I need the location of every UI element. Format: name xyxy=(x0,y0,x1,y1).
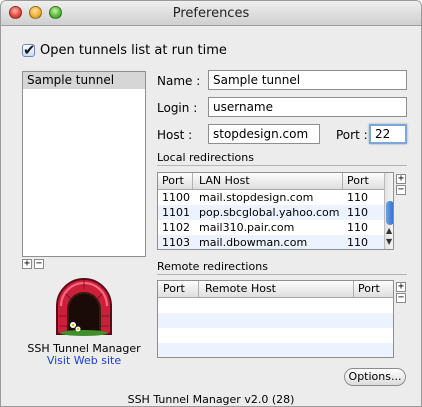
remove-local-redirection-button[interactable]: − xyxy=(396,185,406,195)
local-redirections-table[interactable]: Port LAN Host Port 1100 mail.stopdesign.… xyxy=(157,172,394,250)
table-header: Port LAN Host Port xyxy=(158,173,384,190)
column-divider xyxy=(353,281,354,297)
column-divider xyxy=(342,173,343,189)
table-header: Port Remote Host Port xyxy=(158,281,393,298)
local-port-cell: 1102 xyxy=(162,221,190,234)
tunnel-list-item[interactable]: Sample tunnel xyxy=(23,72,145,89)
dest-port-cell: 110 xyxy=(347,191,368,204)
column-header-dest-port[interactable]: Port xyxy=(347,174,369,187)
port-label: Port : xyxy=(336,128,368,142)
remove-tunnel-button[interactable]: − xyxy=(34,259,44,269)
local-port-cell: 1101 xyxy=(162,206,190,219)
add-tunnel-button[interactable]: + xyxy=(22,259,32,269)
tunnel-logo-icon xyxy=(56,278,112,336)
host-label: Host : xyxy=(157,128,193,142)
login-label: Login : xyxy=(157,101,198,115)
table-row[interactable]: 1103 mail.dbowman.com 110 xyxy=(158,235,384,249)
divider xyxy=(157,165,407,166)
lan-host-cell: mail310.pair.com xyxy=(199,221,295,234)
column-header-port[interactable]: Port xyxy=(163,282,185,295)
column-divider xyxy=(192,173,193,189)
local-port-cell: 1103 xyxy=(162,236,190,249)
window-title: Preferences xyxy=(172,6,250,21)
dest-port-cell: 110 xyxy=(347,221,368,234)
local-port-cell: 1100 xyxy=(162,191,190,204)
title-bar: Preferences xyxy=(1,1,421,26)
add-local-redirection-button[interactable]: + xyxy=(396,174,406,184)
table-row[interactable]: 1100 mail.stopdesign.com 110 xyxy=(158,190,384,205)
open-tunnels-label: Open tunnels list at run time xyxy=(40,43,227,58)
name-field[interactable]: Sample tunnel xyxy=(208,70,407,90)
tunnel-list[interactable]: Sample tunnel xyxy=(22,71,146,257)
lan-host-cell: mail.stopdesign.com xyxy=(199,191,314,204)
preferences-window: Preferences ✔ Open tunnels list at run t… xyxy=(0,0,422,407)
scroll-down-arrow-icon[interactable]: ▼ xyxy=(386,237,392,246)
version-label: SSH Tunnel Manager v2.0 (28) xyxy=(127,393,295,406)
remove-remote-redirection-button[interactable]: − xyxy=(396,293,406,303)
scroll-up-arrow-icon[interactable]: ▲ xyxy=(386,226,392,235)
login-field[interactable]: username xyxy=(208,97,407,117)
visit-website-link[interactable]: Visit Web site xyxy=(1,354,167,367)
column-header-port[interactable]: Port xyxy=(162,174,184,187)
divider xyxy=(157,274,407,275)
column-header-remote-host[interactable]: Remote Host xyxy=(205,282,276,295)
host-field[interactable]: stopdesign.com xyxy=(208,124,320,144)
column-header-dest-port[interactable]: Port xyxy=(358,282,380,295)
column-divider xyxy=(198,281,199,297)
vertical-scrollbar[interactable]: ▲ ▼ xyxy=(384,173,393,249)
table-row xyxy=(158,343,393,357)
local-redirections-label: Local redirections xyxy=(157,151,254,164)
table-row xyxy=(158,313,393,328)
check-icon: ✔ xyxy=(23,41,36,59)
table-row[interactable]: 1101 pop.sbcglobal.yahoo.com 110 xyxy=(158,205,384,220)
options-button[interactable]: Options... xyxy=(344,368,406,386)
scrollbar-thumb[interactable] xyxy=(386,201,393,225)
lan-host-cell: mail.dbowman.com xyxy=(199,236,308,249)
open-tunnels-checkbox[interactable]: ✔ xyxy=(22,41,36,59)
column-header-lan-host[interactable]: LAN Host xyxy=(199,174,250,187)
name-label: Name : xyxy=(157,74,201,88)
table-row[interactable]: 1102 mail310.pair.com 110 xyxy=(158,220,384,235)
remote-redirections-table[interactable]: Port Remote Host Port xyxy=(157,280,394,358)
dest-port-cell: 110 xyxy=(347,206,368,219)
dest-port-cell: 110 xyxy=(347,236,368,249)
port-field[interactable]: 22 xyxy=(369,124,407,144)
add-remote-redirection-button[interactable]: + xyxy=(396,282,406,292)
remote-redirections-label: Remote redirections xyxy=(157,260,268,273)
lan-host-cell: pop.sbcglobal.yahoo.com xyxy=(199,206,340,219)
